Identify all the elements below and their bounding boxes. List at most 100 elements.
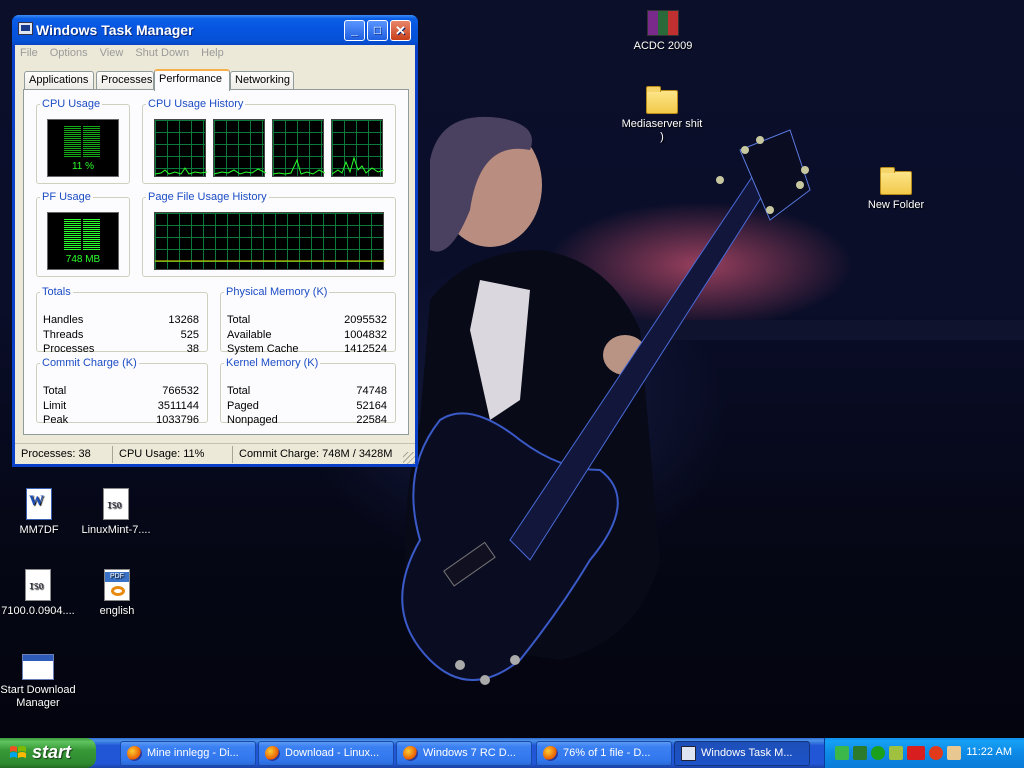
cpu-history-title: CPU Usage History: [148, 98, 244, 110]
volume-icon[interactable]: [947, 746, 961, 760]
desktop-icon-new-folder[interactable]: New Folder: [854, 165, 938, 212]
menu-file[interactable]: File: [20, 45, 38, 60]
taskbar-button-task-manager[interactable]: Windows Task M...: [674, 741, 810, 766]
ati-icon[interactable]: [907, 746, 925, 760]
pdf-icon: PDF: [104, 569, 130, 601]
taskbar-button-mine-innlegg[interactable]: Mine innlegg - Di...: [120, 741, 256, 766]
stat-value: 766532: [162, 385, 199, 397]
stat-value: 2095532: [344, 314, 387, 326]
task-manager-icon: [681, 746, 696, 761]
winrar-archive-icon: [647, 10, 679, 36]
totals-group: Totals Handles 13268 Threads 525 Process…: [36, 286, 208, 355]
minimize-button[interactable]: _: [344, 20, 365, 41]
desktop-icon-label: Start Download Manager: [0, 684, 76, 709]
resize-grip[interactable]: [403, 452, 415, 464]
desktop-icon-7100[interactable]: ISO 7100.0.0904....: [0, 569, 80, 618]
desktop-icon-label: New Folder: [867, 199, 925, 211]
maximize-button[interactable]: □: [367, 20, 388, 41]
disc-image-icon: ISO: [25, 569, 51, 601]
stat-label: Available: [227, 329, 272, 341]
cpu-history-graph-core1: [154, 119, 207, 177]
flash-icon[interactable]: [929, 746, 943, 760]
menu-view[interactable]: View: [100, 45, 124, 60]
cpu-history-graph-core4: [331, 119, 384, 177]
stat-row: Total 2095532: [227, 314, 387, 329]
desktop-icon-english[interactable]: PDF english: [75, 569, 159, 618]
kernel-memory-title: Kernel Memory (K): [226, 357, 319, 369]
update-icon[interactable]: [889, 746, 903, 760]
pf-usage-value: 748 MB: [65, 254, 101, 265]
stat-label: Total: [43, 385, 67, 397]
stat-label: Limit: [43, 400, 67, 412]
stat-value: 22584: [356, 414, 387, 426]
stat-label: System Cache: [227, 343, 299, 355]
tab-networking[interactable]: Networking: [230, 71, 294, 90]
physical-memory-title: Physical Memory (K): [226, 286, 328, 298]
stat-value: 74748: [356, 385, 387, 397]
stat-value: 52164: [356, 400, 387, 412]
system-tray: 11:22 AM: [824, 738, 1024, 768]
tab-applications[interactable]: Applications: [24, 71, 94, 90]
performance-panel: CPU Usage 11 % CPU Usage History PF Usag…: [23, 89, 409, 435]
pf-usage-title: PF Usage: [42, 191, 91, 203]
stat-label: Paged: [227, 400, 259, 412]
tab-performance[interactable]: Performance: [154, 69, 230, 91]
play-icon[interactable]: [871, 746, 885, 760]
desktop-icon-label: ACDC 2009: [633, 40, 693, 52]
firefox-icon: [127, 746, 142, 761]
stat-label: Threads: [43, 329, 84, 341]
firefox-icon: [265, 746, 280, 761]
desktop-icon-linuxmint[interactable]: ISO LinuxMint-7....: [74, 488, 158, 537]
folder-icon: [646, 86, 678, 114]
taskbar-button-label: Download - Linux...: [285, 747, 380, 759]
start-button[interactable]: start: [0, 738, 96, 768]
cpu-history-graph-core2: [213, 119, 266, 177]
taskbar-button-download-progress[interactable]: 76% of 1 file - D...: [536, 741, 672, 766]
desktop-icon-label: english: [99, 605, 135, 617]
cpu-usage-value: 11 %: [71, 161, 95, 172]
cpu-history-graph-core3: [272, 119, 325, 177]
stat-row: Available 1004832: [227, 329, 387, 344]
close-button[interactable]: ✕: [390, 20, 411, 41]
desktop-icon-label: 7100.0.0904....: [1, 605, 75, 617]
menu-bar: File Options View Shut Down Help: [15, 45, 415, 63]
stat-label: Total: [227, 385, 251, 397]
windows-flag-icon: [10, 746, 26, 758]
disc-image-icon: ISO: [103, 488, 129, 520]
menu-help[interactable]: Help: [201, 45, 224, 60]
folder-icon: [880, 167, 912, 195]
taskbar-button-download-linux[interactable]: Download - Linux...: [258, 741, 394, 766]
stat-row: Threads 525: [43, 329, 199, 344]
task-manager-icon: [18, 22, 33, 35]
taskbar-button-windows-7-rc[interactable]: Windows 7 RC D...: [396, 741, 532, 766]
desktop-icon-mediaserver[interactable]: Mediaserver shit ): [620, 84, 704, 144]
desktop-icon-mm7df[interactable]: W MM7DF: [0, 488, 81, 537]
pf-history-title: Page File Usage History: [148, 191, 267, 203]
stat-row: Limit 3511144: [43, 400, 199, 415]
status-bar: Processes: 38 CPU Usage: 11% Commit Char…: [15, 443, 415, 464]
taskbar-button-label: Windows Task M...: [701, 747, 793, 759]
taskbar-button-label: Mine innlegg - Di...: [147, 747, 239, 759]
menu-shut-down[interactable]: Shut Down: [135, 45, 189, 60]
stat-row: Handles 13268: [43, 314, 199, 329]
desktop-icon-acdc-2009[interactable]: ACDC 2009: [621, 6, 705, 53]
menu-options[interactable]: Options: [50, 45, 88, 60]
network-icon[interactable]: [853, 746, 867, 760]
kernel-memory-group: Kernel Memory (K) Total 74748 Paged 5216…: [220, 357, 396, 426]
stat-label: Processes: [43, 343, 95, 355]
stat-label: Handles: [43, 314, 84, 326]
title-bar[interactable]: Windows Task Manager _ □ ✕: [12, 15, 418, 45]
tab-processes[interactable]: Processes: [96, 71, 154, 90]
stat-row: System Cache 1412524: [227, 343, 387, 358]
stat-row: Nonpaged 22584: [227, 414, 387, 429]
stat-value: 1412524: [344, 343, 387, 355]
firefox-icon: [543, 746, 558, 761]
cpu-usage-meter: 11 %: [47, 119, 119, 177]
messenger-icon[interactable]: [835, 746, 849, 760]
taskbar-button-label: Windows 7 RC D...: [423, 747, 516, 759]
clock[interactable]: 11:22 AM: [966, 746, 1012, 758]
desktop-icon-label: LinuxMint-7....: [81, 524, 151, 536]
desktop-icon-start-download-manager[interactable]: Start Download Manager: [0, 650, 80, 710]
stat-value: 1033796: [156, 414, 199, 426]
stat-value: 1004832: [344, 329, 387, 341]
